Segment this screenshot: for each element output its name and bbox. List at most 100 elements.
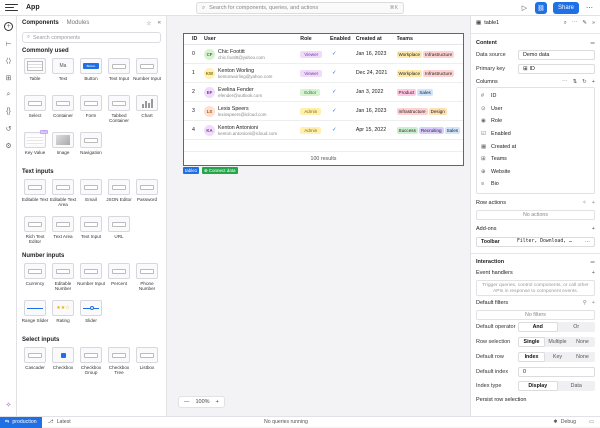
add-handler-icon[interactable]: + xyxy=(592,270,595,276)
add-action-icon[interactable]: + xyxy=(592,200,595,206)
row-selection-none[interactable]: None xyxy=(570,337,595,347)
header-user[interactable]: User xyxy=(196,36,300,42)
default-row-index[interactable]: Index xyxy=(518,352,545,363)
table-row[interactable]: 3 LS Lexis Speers lexisspeers@icloud.com… xyxy=(184,102,463,121)
component-text[interactable]: Ma Text xyxy=(49,56,77,92)
header-teams[interactable]: Teams xyxy=(397,36,463,42)
component-chart[interactable]: Chart xyxy=(133,93,161,129)
tree-icon[interactable]: ⊢ xyxy=(4,39,13,48)
panel-toggle-icon[interactable]: ▭ xyxy=(589,419,594,425)
row-selection-multiple[interactable]: Multiple xyxy=(545,337,570,347)
interaction-section-title[interactable]: Interaction xyxy=(476,259,504,265)
component-select[interactable]: Select xyxy=(21,93,49,129)
default-row-key[interactable]: Key xyxy=(545,352,570,362)
index-type-data[interactable]: Data xyxy=(558,381,596,391)
sort-icon[interactable]: ⇅ xyxy=(573,79,578,85)
sliders-icon[interactable]: ⚌ xyxy=(590,259,595,265)
primary-key-select[interactable]: ⊞ ID xyxy=(518,64,595,74)
menu-icon[interactable] xyxy=(5,2,18,13)
component-number-input[interactable]: Number Input xyxy=(77,261,105,297)
collapse-icon[interactable]: « xyxy=(158,20,161,27)
operator-or[interactable]: Or xyxy=(558,322,596,332)
table-row[interactable]: 0 CF Chic Footitt chic.footitt@yahoo.com… xyxy=(184,45,463,64)
component-text-input[interactable]: Text Input xyxy=(77,214,105,250)
column-item[interactable]: ⊙ User xyxy=(477,103,594,116)
operator-and[interactable]: And xyxy=(518,322,558,333)
data-source-select[interactable]: Demo data xyxy=(518,50,595,60)
component-checkbox-tree[interactable]: Checkbox Tree xyxy=(105,345,133,381)
component-password[interactable]: Password xyxy=(133,177,161,213)
add-addon-icon[interactable]: + xyxy=(592,226,595,232)
row-selection-single[interactable]: Single xyxy=(518,337,545,348)
component-image[interactable]: Image xyxy=(49,130,77,166)
component-button[interactable]: Button Button xyxy=(77,56,105,92)
preview-icon[interactable]: ▷ xyxy=(520,4,529,13)
settings-icon[interactable]: ⚙ xyxy=(4,141,13,150)
component-table[interactable]: Table xyxy=(21,56,49,92)
section-title[interactable]: Text inputs xyxy=(17,166,166,177)
connect-data-tag[interactable]: ⊕ Connect data xyxy=(202,167,238,174)
component-tabbed-container[interactable]: Tabbed Container xyxy=(105,93,133,129)
table-component[interactable]: ID User Role Enabled Created at Teams 0 … xyxy=(183,33,464,166)
table-row[interactable]: 4 KA Kenton Antonioni kenton.antonioni@i… xyxy=(184,121,463,140)
component-form[interactable]: Form xyxy=(77,93,105,129)
section-title[interactable]: Select inputs xyxy=(17,334,166,345)
component-checkbox[interactable]: Checkbox xyxy=(49,345,77,381)
component-json-editor[interactable]: JSON Editor xyxy=(105,177,133,213)
component-url[interactable]: URL xyxy=(105,214,133,250)
component-slider[interactable]: Slider xyxy=(77,298,105,334)
global-search[interactable]: ⌕ Search for components, queries, and ac… xyxy=(196,2,404,14)
variables-icon[interactable]: {} xyxy=(4,107,13,116)
component-key-value[interactable]: New Key Value xyxy=(21,130,49,166)
component-checkbox-group[interactable]: Checkbox Group xyxy=(77,345,105,381)
component-percent[interactable]: Percent xyxy=(105,261,133,297)
more-icon[interactable]: ⋯ xyxy=(585,239,590,245)
collapse-right-icon[interactable]: » xyxy=(592,20,595,27)
add-component-icon[interactable]: + xyxy=(4,22,13,31)
component-number-input[interactable]: Number Input xyxy=(133,56,161,92)
environment-badge[interactable]: ⇆ production xyxy=(0,416,42,428)
components-search-input[interactable]: ⌕ Search components xyxy=(22,32,161,43)
star-icon[interactable]: ☆ xyxy=(146,20,151,27)
default-index-input[interactable]: 0 xyxy=(518,366,595,377)
component-text-area[interactable]: Text Area xyxy=(49,214,77,250)
pin-icon[interactable]: ✎ xyxy=(582,20,587,27)
component-editable-text-area[interactable]: Editable Text Area xyxy=(49,177,77,213)
zoom-level[interactable]: 100% xyxy=(196,399,210,405)
component-range-slider[interactable]: Range Slider xyxy=(21,298,49,334)
header-created[interactable]: Created at xyxy=(356,36,397,42)
component-editable-text[interactable]: Editable Text xyxy=(21,177,49,213)
component-phone-number[interactable]: Phone Number xyxy=(133,261,161,297)
component-email[interactable]: Email xyxy=(77,177,105,213)
add-filter-icon[interactable]: + xyxy=(592,300,595,306)
more-icon[interactable]: ⋯ xyxy=(562,79,568,85)
modules-tab[interactable]: Modules xyxy=(67,20,90,26)
component-listbox[interactable]: Listbox xyxy=(133,345,161,381)
component-name[interactable]: table1 xyxy=(484,20,499,26)
table-row[interactable]: 2 EF Evelina Fender efender@outlook.com … xyxy=(184,83,463,102)
app-title[interactable]: App xyxy=(26,4,40,11)
header-role[interactable]: Role xyxy=(300,36,330,42)
index-type-display[interactable]: Display xyxy=(518,381,558,392)
column-item[interactable]: ▦ Created at xyxy=(477,140,594,153)
refresh-icon[interactable]: ↻ xyxy=(582,79,587,85)
zoom-in-button[interactable]: + xyxy=(216,399,219,405)
component-currency[interactable]: Currency xyxy=(21,261,49,297)
table-row[interactable]: 1 KW Kenton Worling kentonworling@yahoo.… xyxy=(184,64,463,83)
link-button[interactable]: ⛓ xyxy=(535,2,547,14)
column-item[interactable]: ◉ Role xyxy=(477,115,594,128)
filter-icon[interactable]: ⚲ xyxy=(583,300,587,306)
component-cascader[interactable]: Cascader xyxy=(21,345,49,381)
component-editable-number[interactable]: Editable Number xyxy=(49,261,77,297)
panel-title[interactable]: Components xyxy=(22,20,59,26)
more-icon[interactable]: ⋯ xyxy=(585,4,594,13)
release-label[interactable]: Latest xyxy=(57,419,71,425)
component-rating[interactable]: ★★☆ Rating xyxy=(49,298,77,334)
section-title[interactable]: Number inputs xyxy=(17,250,166,261)
column-item[interactable]: # ID xyxy=(477,90,594,103)
column-item[interactable]: ☑ Enabled xyxy=(477,128,594,141)
search-icon[interactable]: ⌕ xyxy=(4,90,13,99)
code-icon[interactable]: ⟨⟩ xyxy=(4,56,13,65)
column-item[interactable]: ≡ Bio xyxy=(477,178,594,191)
component-container[interactable]: Container xyxy=(49,93,77,129)
